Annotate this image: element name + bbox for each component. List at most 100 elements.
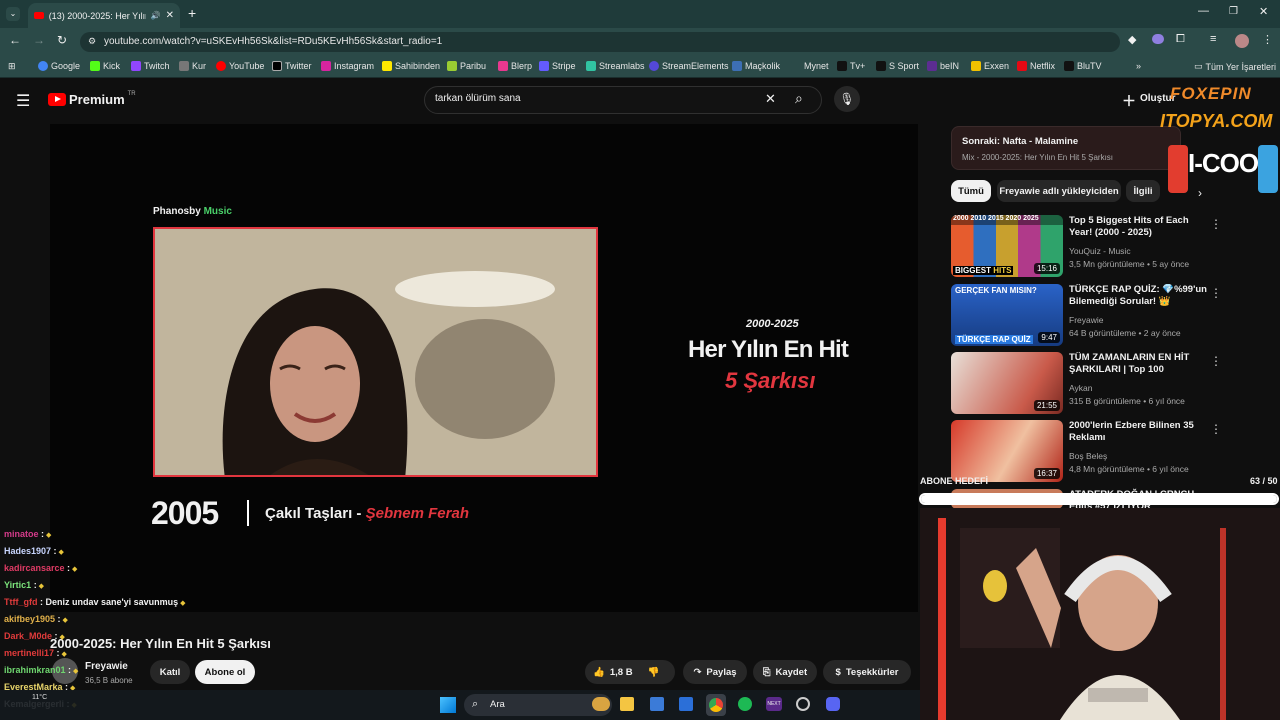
voice-search-icon[interactable]: 🎙 [834,86,860,112]
store-icon[interactable] [650,697,664,711]
discord-icon[interactable] [826,697,840,711]
bookmark-blutv[interactable]: BluTV [1064,61,1102,71]
chat-username: Hades1907 [4,546,52,556]
spotify-icon[interactable] [738,697,752,711]
menu-kebab-icon[interactable]: ⋮ [1262,33,1273,46]
minimize-button[interactable]: — [1198,5,1209,17]
bookmark-mynet[interactable]: Mynet [791,61,829,71]
like-count[interactable]: 1,8 B [610,667,633,678]
up-next-card[interactable]: Sonraki: Nafta - Malamine Mix - 2000-202… [951,126,1181,170]
thanks-button[interactable]: $ Teşekkürler [823,660,911,684]
chip-uploader[interactable]: Freyawie adlı yükleyiciden [997,180,1121,202]
youtube-logo[interactable]: Premium TR [48,91,136,107]
bookmark-bein[interactable]: beIN [927,61,959,71]
search-icon[interactable]: ⌕ [795,90,803,107]
recommendation-item[interactable]: 21:55 TÜM ZAMANLARIN EN HİT ŞARKILARI | … [951,352,1251,414]
tab-active[interactable]: (13) 2000-2025: Her Yılın En 🔊 ✕ [28,3,180,28]
recommendation-meta: 64 B görüntüleme • 2 ay önce [1069,328,1181,338]
extension-icon[interactable]: ◆ [1128,33,1136,46]
duration-badge: 21:55 [1033,400,1060,411]
channel-name[interactable]: Freyawie [85,661,128,672]
close-window-button[interactable]: ✕ [1259,5,1268,18]
bookmark-sahibinden[interactable]: Sahibinden [382,61,440,71]
chip-all[interactable]: Tümü [951,180,991,202]
bookmark-kick[interactable]: Kick [90,61,120,71]
extensions-puzzle-icon[interactable]: ⧠ [1176,33,1185,46]
recommendation-item[interactable]: 16:37 2000'lerin Ezbere Bilinen 35 Rekla… [951,420,1251,482]
more-options-icon[interactable]: ⋮ [1210,354,1222,368]
bookmark-exxen[interactable]: Exxen [971,61,1009,71]
create-button[interactable]: ＋ Oluştur [1122,91,1176,111]
bookmark-instagram[interactable]: Instagram [321,61,374,71]
chat-username: Yirtic1 [4,580,32,590]
clear-search-icon[interactable]: ✕ [765,91,776,107]
bookmark-kur[interactable]: Kur [179,61,206,71]
media-control-icon[interactable]: ≡ [1210,33,1216,45]
thumbnail: 2000 2010 2015 2020 2025 BIGGEST HITS 15… [951,215,1063,277]
bookmark-tvplus[interactable]: Tv+ [837,61,865,71]
back-icon[interactable]: ← [9,33,21,47]
bookmark-ssport[interactable]: S Sport [876,61,919,71]
drink-can-red-icon [1168,145,1188,193]
taskbar-search[interactable]: ⌕ Ara [464,694,612,716]
profile-avatar[interactable] [1235,34,1249,48]
dislike-icon[interactable]: 👎 [648,667,660,678]
tab-close-icon[interactable]: ✕ [166,10,174,21]
bookmark-stripe[interactable]: Stripe [539,61,576,71]
bookmark-youtube[interactable]: YouTube [216,61,264,71]
up-next-subtitle: Mix - 2000-2025: Her Yılın En Hit 5 Şark… [962,153,1114,162]
extension-icon-2[interactable] [1152,34,1164,44]
subscriber-count: 36,5 B abone [85,676,133,685]
obs-icon[interactable] [796,697,810,711]
hamburger-menu-icon[interactable]: ☰ [16,91,30,111]
next-app-icon[interactable]: NEXT [766,697,782,711]
news-widget-icon[interactable] [592,697,610,711]
video-headline-red: 5 Şarkısı [725,368,816,393]
chip-related[interactable]: İlgili [1126,180,1160,202]
bookmark-twitch[interactable]: Twitch [131,61,170,71]
bookmark-blerp[interactable]: Blerp [498,61,532,71]
site-info-icon[interactable]: ⚙ [88,36,96,47]
bookmark-streamlabs[interactable]: Streamlabs [586,61,645,71]
woman-portrait-image [155,229,596,475]
bookmark-paribu[interactable]: Paribu [447,61,486,71]
chip-next-chevron-icon[interactable]: › [1198,186,1202,200]
maximize-button[interactable]: ❐ [1229,6,1238,17]
more-options-icon[interactable]: ⋮ [1210,286,1222,300]
bookmark-streamelements[interactable]: StreamElements [649,61,729,71]
reload-icon[interactable]: ↻ [57,33,67,47]
search-input[interactable]: tarkan ölürüm sana [435,93,521,104]
sponsor-foxepin-logo: FOXEPIN [1170,84,1252,103]
file-explorer-icon[interactable] [620,697,634,711]
new-tab-button[interactable]: + [188,5,196,21]
subscribe-button[interactable]: Abone ol [195,660,255,684]
divider [247,500,249,526]
share-button[interactable]: ↷ Paylaş [683,660,747,684]
chrome-taskbar-button[interactable] [706,694,726,716]
more-bookmarks-icon[interactable]: » [1136,61,1141,71]
recommendation-item[interactable]: GERÇEK FAN MISIN? TÜRKÇE RAP QUİZ 9:47 T… [951,284,1251,346]
all-bookmarks-folder[interactable]: ▭ Tüm Yer İşaretleri [1194,61,1276,72]
more-options-icon[interactable]: ⋮ [1210,217,1222,231]
windows-start-icon[interactable] [440,697,456,713]
bookmark-google[interactable]: Google [38,61,80,71]
sponsor-itopya-logo: ITOPYA.COM [1160,111,1273,131]
bookmark-twitter[interactable]: Twitter [272,61,312,71]
save-button[interactable]: ⎘ Kaydet [753,660,817,684]
tab-title: (13) 2000-2025: Her Yılın En [48,10,146,21]
like-icon[interactable]: 👍 [593,667,605,678]
chat-emote-icon: ◆ [71,668,79,675]
forward-icon[interactable]: → [33,33,45,47]
mynet-icon [791,61,801,71]
tab-search-button[interactable]: ⌄ [6,7,20,21]
join-button[interactable]: Katıl [150,660,190,684]
instagram-icon [321,61,331,71]
bookmark-netflix[interactable]: Netflix [1017,61,1055,71]
speaker-icon: 🔊 [150,11,161,20]
recommendation-item[interactable]: 2000 2010 2015 2020 2025 BIGGEST HITS 15… [951,215,1251,277]
more-options-icon[interactable]: ⋮ [1210,422,1222,436]
apps-grid-icon[interactable]: ⊞ [8,61,16,72]
outlook-icon[interactable] [679,697,693,711]
address-field[interactable]: ⚙ youtube.com/watch?v=uSKEvHh56Sk&list=R… [80,32,1120,52]
bookmark-mackolik[interactable]: Maçkolik [732,61,780,71]
